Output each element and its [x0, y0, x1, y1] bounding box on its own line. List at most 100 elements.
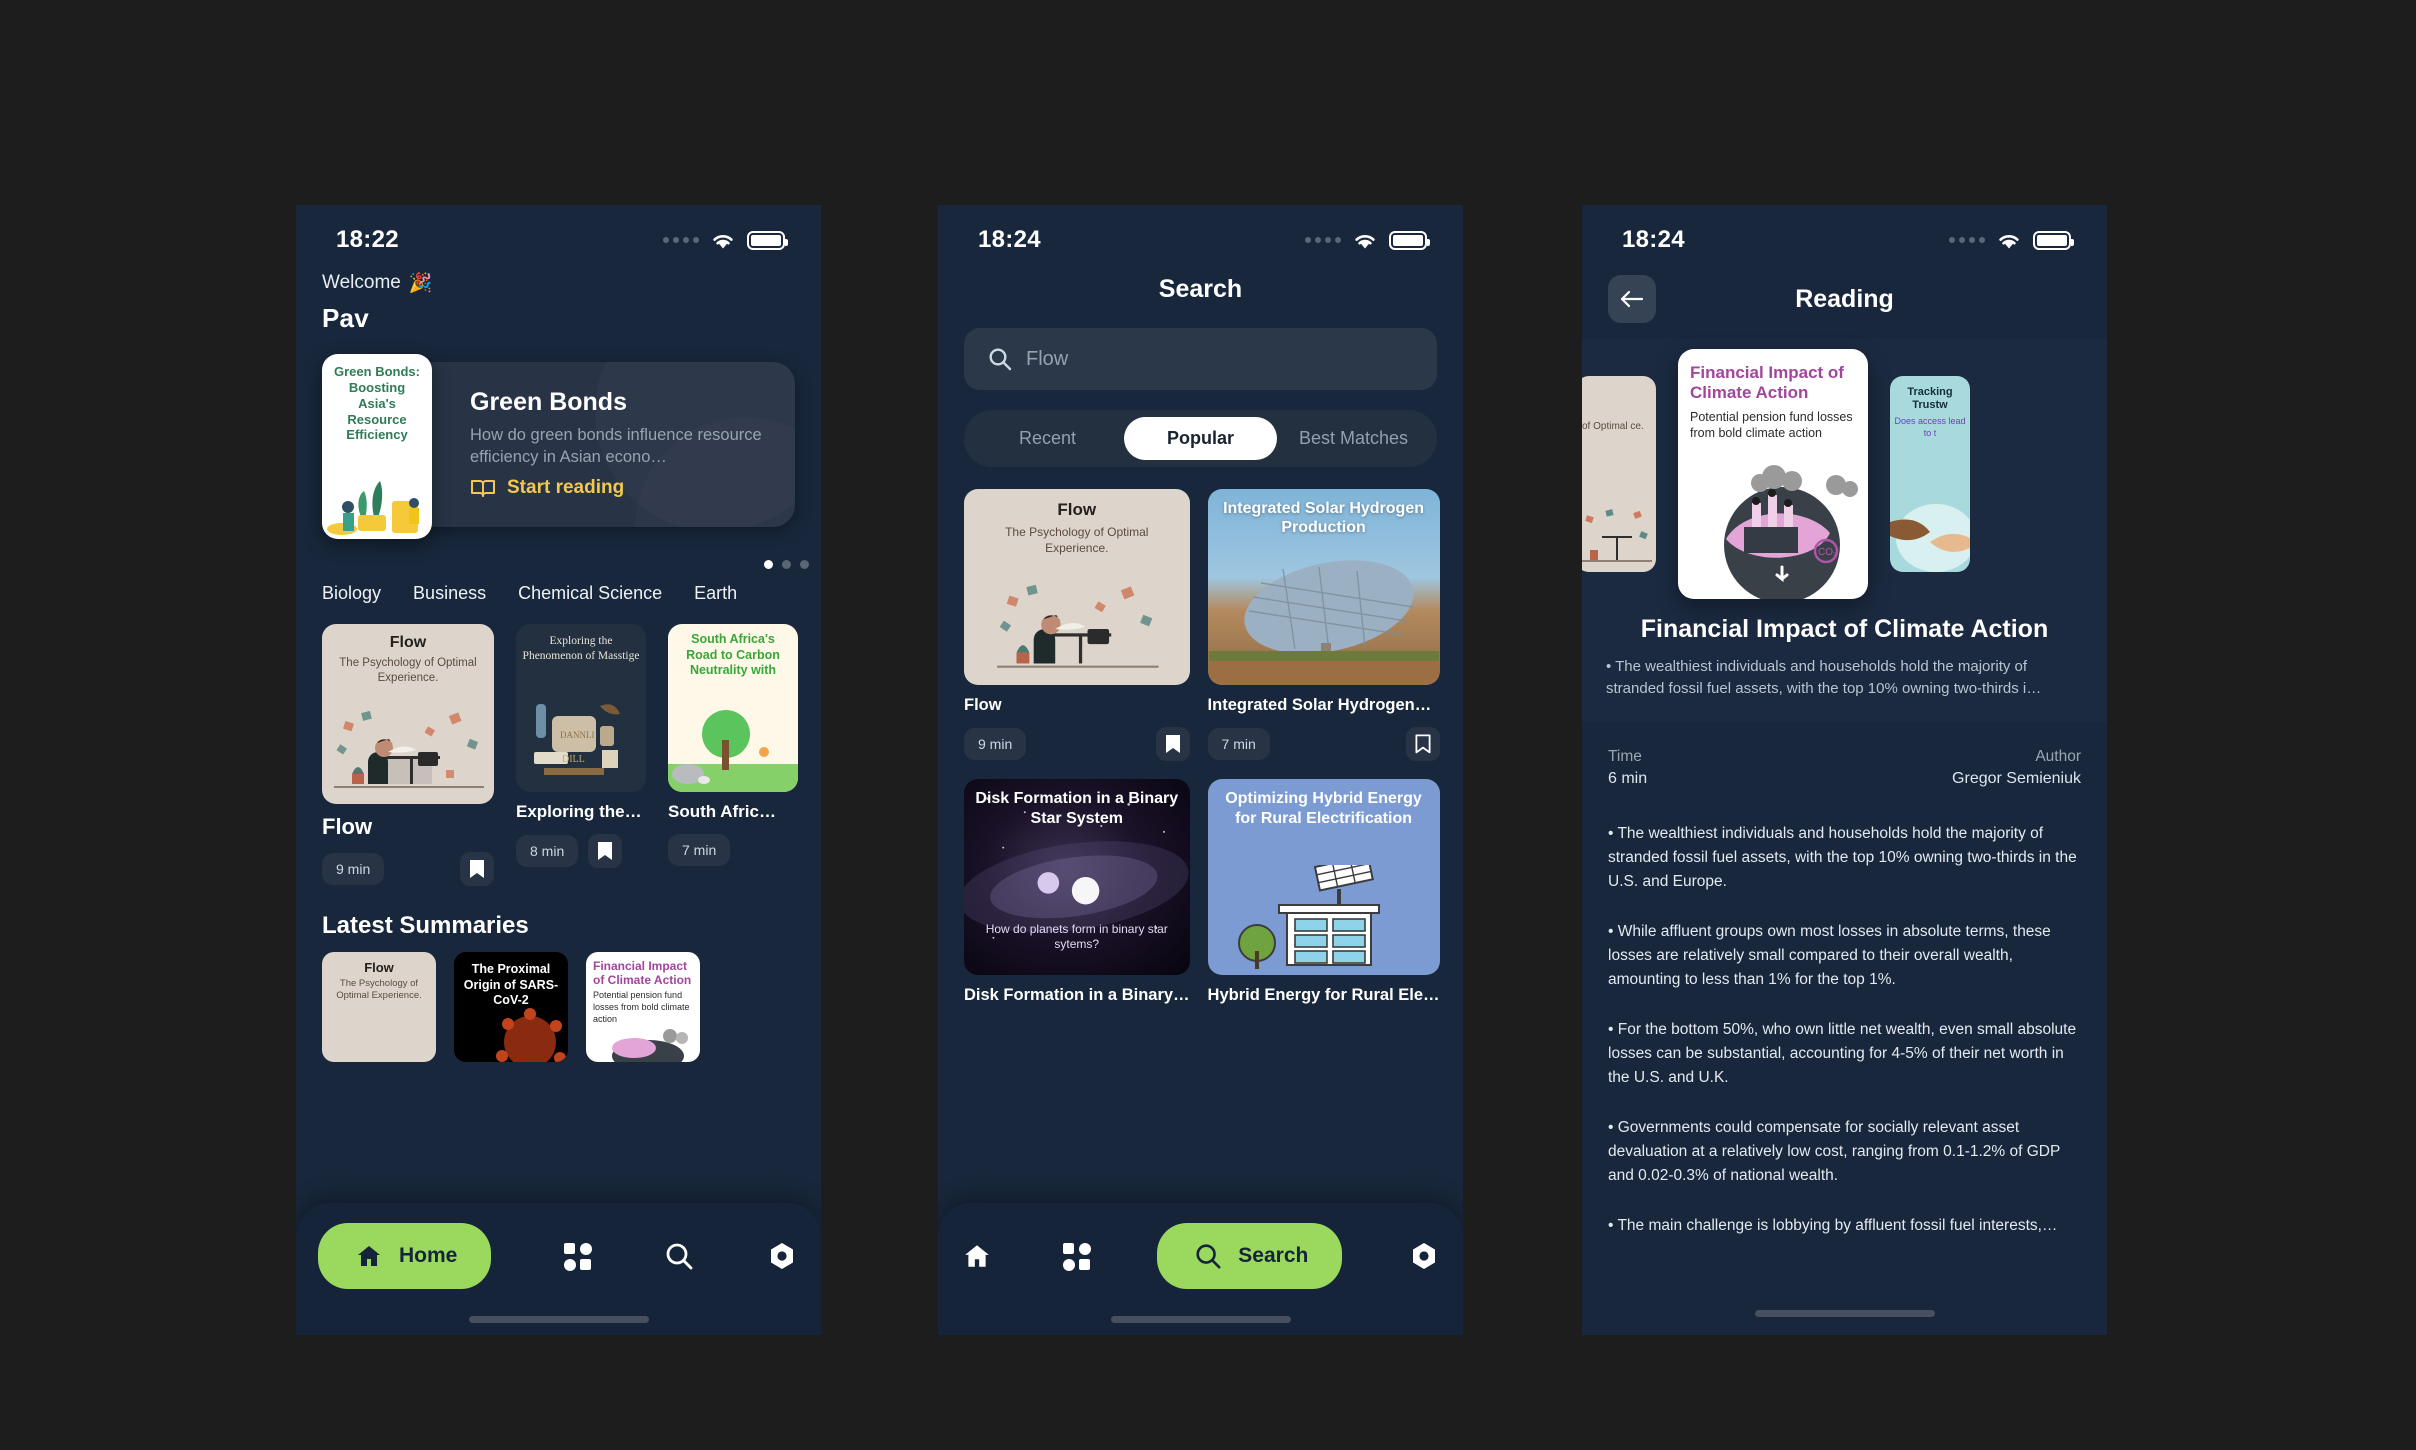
- wifi-icon: [1996, 231, 2022, 250]
- search-input[interactable]: Flow: [964, 328, 1437, 390]
- article-card[interactable]: South Africa's Road to Carbon Neutrality…: [668, 624, 798, 886]
- filter-segmented-control[interactable]: Recent Popular Best Matches: [964, 410, 1437, 467]
- article-cover: South Africa's Road to Carbon Neutrality…: [668, 624, 798, 792]
- cover-illustration: [334, 710, 484, 788]
- segment-best-matches[interactable]: Best Matches: [1277, 417, 1430, 460]
- nav-label-search: Search: [1238, 1244, 1309, 1267]
- segment-recent[interactable]: Recent: [971, 417, 1124, 460]
- settings-icon[interactable]: [765, 1239, 799, 1273]
- reading-header: Reading: [1582, 261, 2107, 323]
- article-meta: 9 min: [322, 852, 494, 886]
- article-card[interactable]: Exploring the Phenomenon of Masstige DAN…: [516, 624, 646, 886]
- hero-thumb-title: Green Bonds: Boosting Asia's Resource Ef…: [334, 364, 420, 443]
- result-cover: Optimizing Hybrid Energy for Rural Elect…: [1207, 779, 1440, 975]
- solar-dish-illustration: [1208, 560, 1439, 685]
- bookmark-button[interactable]: [460, 852, 494, 886]
- result-cover: Integrated Solar Hydrogen Production: [1207, 489, 1440, 685]
- result-meta: 7 min: [1207, 727, 1440, 761]
- category-tab-chemical-science[interactable]: Chemical Science: [518, 583, 662, 604]
- result-card[interactable]: Flow The Psychology of Optimal Experienc…: [964, 489, 1190, 761]
- hero-thumbnail[interactable]: Green Bonds: Boosting Asia's Resource Ef…: [322, 354, 432, 539]
- cover-title: Exploring the Phenomenon of Masstige: [522, 635, 640, 662]
- cover-illustration: [997, 584, 1159, 668]
- nav-item-home[interactable]: Home: [318, 1223, 492, 1289]
- read-time-badge: 7 min: [1207, 728, 1270, 760]
- user-name: Pav: [322, 303, 369, 333]
- home-icon: [352, 1239, 386, 1273]
- dot-3[interactable]: [800, 560, 809, 569]
- carousel-card-center[interactable]: Financial Impact of Climate Action Poten…: [1678, 349, 1868, 599]
- article-title: South Afric…: [668, 802, 776, 821]
- signal-dots-icon: [663, 237, 699, 243]
- carousel-left-illustration: [1582, 509, 1652, 562]
- bookmark-button[interactable]: [1405, 727, 1440, 761]
- dot-1[interactable]: [764, 560, 773, 569]
- battery-icon: [1389, 230, 1430, 250]
- article-title: Flow: [322, 814, 373, 839]
- article-metadata: Time 6 min Author Gregor Semieniuk: [1582, 722, 2107, 788]
- body-bullet: • The wealthiest individuals and househo…: [1608, 824, 2077, 890]
- cover-title: Integrated Solar Hydrogen Production: [1223, 500, 1424, 537]
- summary-card[interactable]: The Proximal Origin of SARS-CoV-2: [454, 952, 568, 1062]
- latest-summaries-heading: Latest Summaries: [322, 912, 529, 939]
- cover-title: Disk Formation in a Binary Star System: [975, 790, 1179, 827]
- latest-summaries-row[interactable]: Flow The Psychology of Optimal Experienc…: [296, 940, 821, 1062]
- hero-carousel[interactable]: Green Bonds How do green bonds influence…: [322, 354, 795, 554]
- search-input-value: Flow: [1026, 347, 1069, 370]
- article-cover: Flow The Psychology of Optimal Experienc…: [322, 624, 494, 804]
- article-card[interactable]: Flow The Psychology of Optimal Experienc…: [322, 624, 494, 886]
- meta-author-value: Gregor Semieniuk: [1952, 769, 2081, 787]
- article-cover: Exploring the Phenomenon of Masstige DAN…: [516, 624, 646, 792]
- meta-author-label: Author: [2035, 747, 2081, 765]
- category-tabs[interactable]: Biology Business Chemical Science Earth: [296, 569, 821, 604]
- status-indicators: [663, 230, 788, 250]
- settings-icon[interactable]: [1407, 1239, 1441, 1273]
- search-icon[interactable]: [662, 1239, 696, 1273]
- segment-popular[interactable]: Popular: [1124, 417, 1277, 460]
- cover-illustration: DANNLI DILL: [534, 704, 620, 775]
- result-card[interactable]: Optimizing Hybrid Energy for Rural Elect…: [1207, 779, 1440, 1005]
- signal-dots-icon: [1305, 237, 1341, 243]
- result-card[interactable]: Integrated Solar Hydrogen Production Int…: [1207, 489, 1440, 761]
- hero-thumb-illustration: [327, 481, 419, 535]
- article-carousel[interactable]: of Optimal ce. Financial Impact of Clima…: [1582, 339, 2107, 609]
- solar-building-illustration: [1237, 865, 1380, 969]
- result-title: Disk Formation in a Binary…: [964, 986, 1190, 1004]
- category-tab-business[interactable]: Business: [413, 583, 486, 604]
- welcome-label: Welcome: [322, 272, 401, 293]
- hero-page-dots[interactable]: [296, 554, 821, 569]
- svg-text:DILL: DILL: [562, 754, 585, 765]
- grid-icon[interactable]: [560, 1239, 594, 1273]
- bookmark-button[interactable]: [588, 834, 623, 868]
- hero-description: How do green bonds influence resource ef…: [470, 426, 762, 467]
- page-title: Reading: [1795, 284, 1894, 313]
- home-indicator: [1754, 1310, 1935, 1317]
- svg-text:CO₂: CO₂: [1818, 547, 1837, 558]
- article-excerpt: • The wealthiest individuals and househo…: [1606, 658, 2042, 697]
- search-results-grid: Flow The Psychology of Optimal Experienc…: [938, 467, 1463, 1005]
- home-icon[interactable]: [960, 1239, 994, 1273]
- nav-item-search[interactable]: Search: [1157, 1223, 1343, 1289]
- svg-text:DANNLI: DANNLI: [560, 730, 595, 740]
- article-meta: 7 min: [668, 834, 798, 866]
- back-button[interactable]: [1608, 275, 1656, 323]
- category-tab-biology[interactable]: Biology: [322, 583, 381, 604]
- grid-icon[interactable]: [1059, 1239, 1093, 1273]
- carousel-card-right[interactable]: Tracking Trustw Does access lead to t: [1890, 376, 1970, 572]
- status-bar: 18:24: [1582, 205, 2107, 261]
- category-tab-earth[interactable]: Earth: [694, 583, 737, 604]
- status-time: 18:22: [336, 226, 399, 253]
- home-indicator: [1110, 1316, 1291, 1323]
- carousel-card-left[interactable]: of Optimal ce.: [1582, 376, 1656, 572]
- summary-card[interactable]: Financial Impact of Climate Action Poten…: [586, 952, 700, 1062]
- summary-card[interactable]: Flow The Psychology of Optimal Experienc…: [322, 952, 436, 1062]
- meta-author: Author Gregor Semieniuk: [1952, 748, 2081, 788]
- article-row[interactable]: Flow The Psychology of Optimal Experienc…: [296, 604, 821, 886]
- meta-time: Time 6 min: [1608, 748, 1647, 788]
- start-reading-button[interactable]: Start reading: [470, 477, 773, 499]
- bookmark-button[interactable]: [1155, 727, 1190, 761]
- meta-time-value: 6 min: [1608, 769, 1648, 787]
- article-body: • The wealthiest individuals and househo…: [1582, 788, 2107, 1238]
- result-card[interactable]: Disk Formation in a Binary Star System H…: [964, 779, 1190, 1005]
- dot-2[interactable]: [782, 560, 791, 569]
